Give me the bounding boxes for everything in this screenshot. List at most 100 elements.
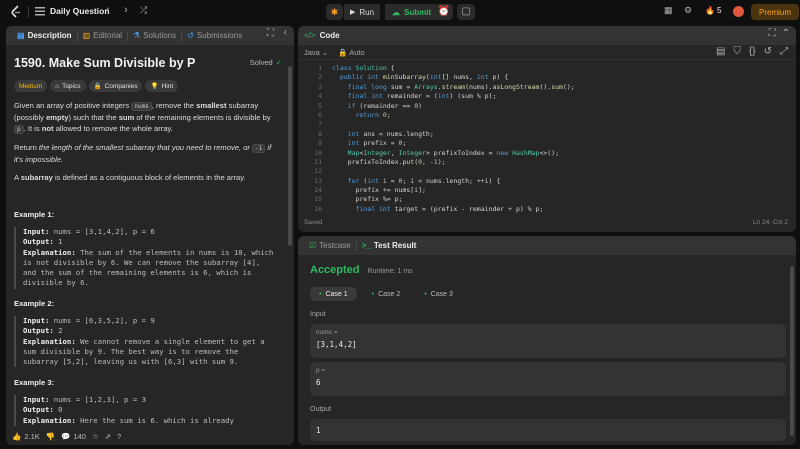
submit-button[interactable]: ☁ Submit	[385, 4, 439, 20]
notes-button[interactable]: ▢	[457, 4, 475, 20]
line-number: 13	[314, 176, 322, 185]
avatar[interactable]	[733, 6, 744, 17]
code-token: Solution	[355, 64, 391, 72]
code-line[interactable]: 4 final int remainder = (int) (sum % p);	[298, 92, 796, 101]
code-line[interactable]: 2 public int minSubarray(int[] nums, int…	[298, 73, 796, 82]
code-token: HashMap	[512, 148, 540, 157]
code-line[interactable]: 14 prefix += nums[i];	[298, 186, 796, 195]
code-line[interactable]: 5 if (remainder == 0)	[298, 102, 796, 111]
streak-count: 5	[716, 6, 722, 15]
braces-icon[interactable]: {}	[749, 47, 756, 57]
like-button[interactable]: 👍 2.1K	[12, 432, 40, 441]
companies-label: Companies	[104, 82, 138, 90]
tab-description[interactable]: ▤ Description	[12, 31, 77, 40]
code-line[interactable]: 9 int prefix = 0;	[298, 139, 796, 148]
timer-button[interactable]: ⏰	[435, 4, 453, 20]
code-line[interactable]: 8 int ans = nums.length;	[298, 130, 796, 139]
dislike-icon[interactable]: 👎	[46, 432, 55, 441]
help-icon[interactable]: ?	[117, 432, 121, 441]
var-value: [3,1,4,2]	[316, 340, 357, 349]
problem-list-icon[interactable]	[34, 6, 45, 17]
shuffle-icon[interactable]: ⤮	[140, 6, 147, 15]
code-line[interactable]: 15 prefix %= p;	[298, 195, 796, 204]
lightbulb-icon: 💡	[150, 83, 159, 90]
example-3: Example 3: Input: nums = [1,2,3], p = 3 …	[14, 378, 290, 426]
star-icon[interactable]: ☆	[92, 432, 99, 441]
line-number: 4	[318, 92, 322, 101]
run-label: Run	[359, 7, 375, 17]
auto-mode-toggle[interactable]: 🔒 Auto	[338, 48, 364, 57]
fullscreen-icon[interactable]: ⤢	[780, 47, 788, 57]
code-line[interactable]: 13 for (int i = 0; i < nums.length; ++i)…	[298, 177, 796, 186]
code-line[interactable]: 7	[298, 120, 796, 129]
premium-button[interactable]: Premium	[751, 4, 800, 20]
note-icon[interactable]: ▤	[716, 47, 725, 57]
dot-icon: •	[319, 290, 322, 298]
var-name: p =	[316, 367, 326, 374]
reset-icon[interactable]: ↺	[764, 47, 772, 57]
tab-solutions-label: Solutions	[143, 31, 177, 40]
case-tabs: • Case 1 • Case 2 • Case 3	[310, 287, 468, 301]
code-token: return	[355, 110, 383, 119]
topics-pill[interactable]: ⌂ Topics	[50, 80, 86, 92]
code-editor[interactable]: 1 class Solution {2 public int minSubarra…	[298, 64, 796, 232]
collapse-icon[interactable]: ⌃	[782, 29, 790, 39]
line-number: 10	[314, 148, 322, 157]
lock-icon: 🔒	[93, 83, 102, 90]
scrollbar[interactable]	[288, 66, 292, 246]
streak-counter[interactable]: 🔥 5	[705, 6, 721, 15]
case-1-tab[interactable]: • Case 1	[310, 287, 357, 301]
hint-pill[interactable]: 💡 Hint	[145, 80, 179, 92]
code-token: int	[429, 73, 442, 82]
code-line[interactable]: 10 Map < Integer, Integer > prefixToIndex =…	[298, 149, 796, 158]
code-line[interactable]: 16 final int target = (prefix - remainde…	[298, 205, 796, 214]
bookmark-icon[interactable]: ⛉	[733, 47, 741, 57]
case-3-tab[interactable]: • Case 3	[415, 287, 462, 301]
runtime-label: Runtime: 1 ms	[367, 268, 413, 275]
layout-grid-icon[interactable]: ▦	[664, 6, 673, 15]
code-line[interactable]: 1 class Solution {	[298, 64, 796, 73]
code-token: (nums).	[465, 82, 493, 91]
language-select[interactable]: Java ⌄	[304, 48, 328, 57]
code-panel: </> Code ⛶ ⌃ Java ⌄ 🔒 Auto ▤ ⛉ {} ↺ ⤢ 1 c…	[298, 26, 796, 232]
example-2: Example 2: Input: nums = [6,3,5,2], p = …	[14, 299, 290, 368]
maximize-icon[interactable]: ⛶	[769, 29, 776, 39]
tag-icon: ⌂	[55, 82, 60, 90]
code-token: {	[390, 64, 395, 72]
scrollbar[interactable]	[790, 266, 794, 436]
flask-icon: ⚗	[133, 31, 141, 40]
line-number: 9	[318, 139, 322, 148]
maximize-icon[interactable]: ⛶	[267, 29, 274, 39]
tab-submissions-label: Submissions	[196, 31, 243, 40]
comments-button[interactable]: 💬 140	[61, 432, 86, 441]
companies-pill[interactable]: 🔒 Companies	[88, 80, 143, 92]
logo-icon[interactable]	[10, 5, 22, 19]
debug-button[interactable]: ✱	[326, 4, 343, 20]
share-icon[interactable]: ⇗	[105, 432, 111, 441]
code-token: final long	[347, 82, 391, 91]
tab-testcase[interactable]: ☑ Testcase	[304, 241, 356, 250]
tab-solutions[interactable]: ⚗ Solutions	[128, 31, 181, 40]
collapse-icon[interactable]: ‹	[284, 28, 287, 38]
next-problem-icon[interactable]: ›	[124, 5, 128, 16]
check-circle-icon: ✓	[275, 58, 282, 67]
run-button[interactable]: ▶ Run	[344, 4, 381, 20]
code-line[interactable]: 3 final long sum = Arrays. stream (nums). a…	[298, 83, 796, 92]
var-name: nums =	[316, 329, 338, 336]
code-line[interactable]: 12	[298, 167, 796, 176]
case-2-tab[interactable]: • Case 2	[363, 287, 410, 301]
problem-title[interactable]: 1590. Make Sum Divisible by P	[14, 56, 195, 70]
prev-problem-icon[interactable]: ‹	[106, 5, 110, 16]
gear-icon[interactable]: ⚙	[684, 6, 692, 15]
tab-test-result[interactable]: >_ Test Result	[357, 241, 422, 250]
code-line[interactable]: 11 prefixToIndex. put(0, -1);	[298, 158, 796, 167]
tab-submissions[interactable]: ↺ Submissions	[182, 31, 247, 40]
tab-editorial[interactable]: ▥ Editorial	[78, 31, 127, 40]
daily-question-title[interactable]: Daily Question	[50, 6, 110, 16]
code-line[interactable]: 6 return 0;	[298, 111, 796, 120]
